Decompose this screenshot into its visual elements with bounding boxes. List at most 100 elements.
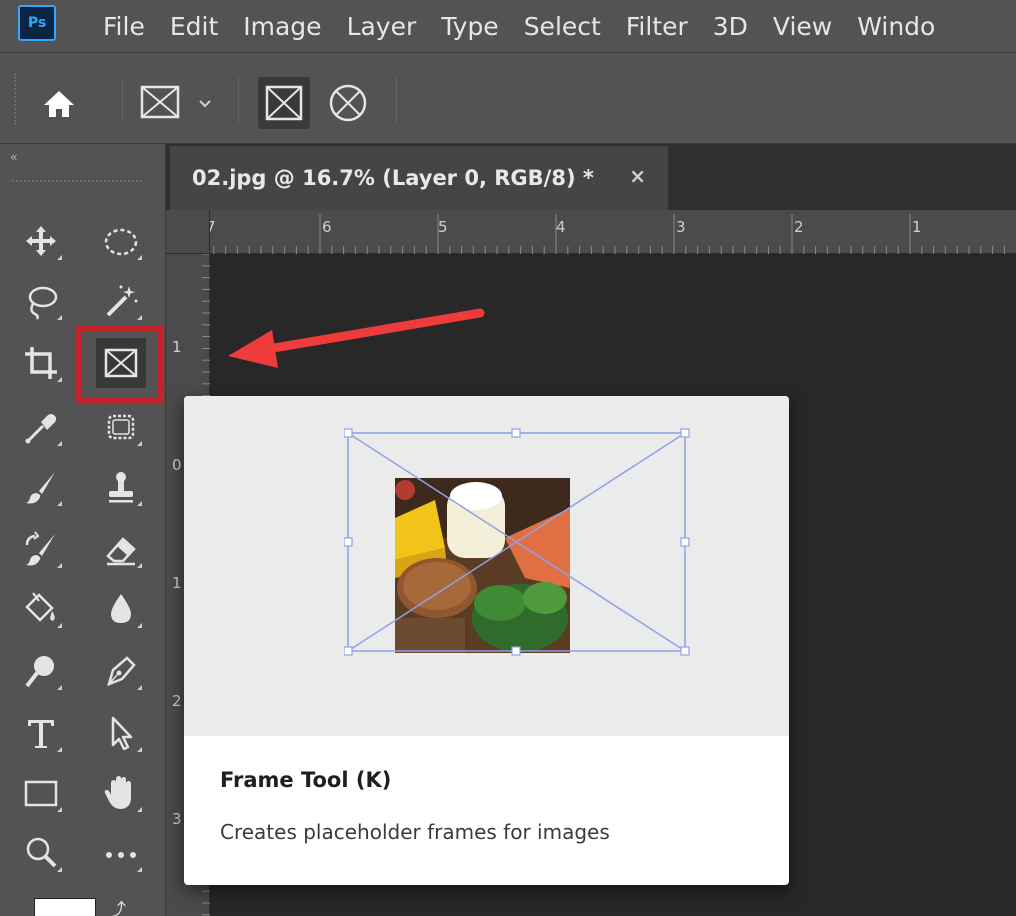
eraser-tool[interactable] (96, 524, 146, 574)
options-separator (396, 77, 397, 123)
pen-tool[interactable] (96, 646, 146, 696)
brush-tool[interactable] (16, 462, 66, 512)
tool-flyout-indicator (57, 563, 62, 568)
tooltip-description: Creates placeholder frames for images (220, 820, 610, 844)
zoom-tool[interactable] (16, 828, 66, 878)
placeholder-frame-graphic (344, 428, 690, 656)
type-tool[interactable] (16, 708, 66, 758)
logo-text: Ps (27, 15, 47, 31)
close-tab-button[interactable]: × (629, 164, 646, 188)
tool-flyout-indicator (57, 377, 62, 382)
magic-wand-tool[interactable] (96, 276, 146, 326)
frame-tool-highlight (76, 325, 164, 403)
tool-flyout-indicator (57, 867, 62, 872)
tool-flyout-indicator (57, 255, 62, 260)
tool-flyout-indicator (137, 807, 142, 812)
tooltip-preview (184, 396, 789, 736)
tool-flyout-indicator (137, 685, 142, 690)
tool-flyout-indicator (57, 315, 62, 320)
tool-flyout-indicator (137, 867, 142, 872)
clone-stamp-tool[interactable] (96, 462, 146, 512)
swap-colors-icon[interactable]: ⤴ (108, 896, 126, 916)
move-icon (26, 226, 56, 256)
blur-tool[interactable] (96, 584, 146, 634)
type-icon (28, 720, 54, 748)
paint-bucket-tool[interactable] (16, 584, 66, 634)
edit-toolbar-button[interactable] (96, 828, 146, 878)
rectangle-frame-button[interactable] (258, 77, 310, 129)
ruler-label: 3 (172, 810, 182, 828)
ruler-label: 1 (172, 338, 182, 356)
patch-icon (107, 414, 135, 440)
menu-edit[interactable]: Edit (170, 12, 218, 41)
horizontal-ruler[interactable]: 7 6 5 4 3 2 1 (166, 210, 1016, 254)
clone-stamp-icon (109, 472, 133, 503)
ruler-label: 6 (322, 218, 332, 236)
lasso-tool[interactable] (16, 276, 66, 326)
menu-select[interactable]: Select (524, 12, 601, 41)
move-tool[interactable] (16, 216, 66, 266)
eyedropper-tool[interactable] (16, 402, 66, 452)
lasso-icon (28, 286, 58, 320)
ruler-origin[interactable] (166, 210, 210, 254)
menu-type[interactable]: Type (441, 12, 498, 41)
ruler-ticks (201, 214, 1005, 254)
tool-flyout-indicator (57, 501, 62, 506)
ruler-label: 2 (794, 218, 804, 236)
paint-bucket-icon (25, 592, 55, 622)
crop-icon (25, 347, 57, 379)
ruler-label: 5 (438, 218, 448, 236)
tool-flyout-indicator (137, 315, 142, 320)
zoom-icon (26, 837, 57, 868)
collapse-panel-button[interactable]: ‹‹ (10, 150, 17, 164)
tool-flyout-indicator (57, 685, 62, 690)
options-separator (238, 77, 239, 123)
photoshop-logo[interactable]: Ps (18, 5, 56, 41)
document-tab[interactable]: 02.jpg @ 16.7% (Layer 0, RGB/8) * × (170, 146, 668, 210)
menu-image[interactable]: Image (243, 12, 321, 41)
hand-tool[interactable] (96, 768, 146, 818)
eyedropper-icon (25, 414, 57, 444)
ruler-label: 1 (912, 218, 922, 236)
ellipse-frame-button[interactable] (322, 77, 374, 129)
options-bar-grip[interactable] (14, 73, 18, 125)
rectangle-tool[interactable] (16, 768, 66, 818)
path-selection-tool[interactable] (96, 708, 146, 758)
menu-view[interactable]: View (773, 12, 832, 41)
brush-icon (26, 472, 55, 504)
menubar: Ps File Edit Image Layer Type Select Fil… (0, 0, 1016, 52)
frame-tool-preset-icon (140, 85, 211, 119)
tool-preset-picker[interactable] (138, 81, 218, 125)
dodge-tool[interactable] (16, 646, 66, 696)
document-tab-title: 02.jpg @ 16.7% (Layer 0, RGB/8) * (192, 166, 594, 190)
menu-3d[interactable]: 3D (713, 12, 748, 41)
menu-file[interactable]: File (103, 12, 145, 41)
tool-flyout-indicator (137, 441, 142, 446)
menu-filter[interactable]: Filter (626, 12, 688, 41)
tools-panel-grip[interactable] (12, 180, 142, 183)
foreground-color-swatch[interactable] (34, 898, 96, 916)
tool-tooltip: Frame Tool (K) Creates placeholder frame… (184, 396, 789, 885)
tool-flyout-indicator (57, 807, 62, 812)
home-button[interactable] (38, 83, 80, 125)
menu-window[interactable]: Windo (857, 12, 935, 41)
tool-flyout-indicator (137, 563, 142, 568)
menu-layer[interactable]: Layer (347, 12, 417, 41)
ruler-label: 3 (676, 218, 686, 236)
crop-tool[interactable] (16, 338, 66, 388)
elliptical-marquee-icon (104, 228, 138, 256)
ruler-label: 4 (556, 218, 566, 236)
ellipse-frame-icon (329, 84, 367, 122)
options-separator (122, 77, 123, 123)
magic-wand-icon (106, 285, 138, 317)
history-brush-tool[interactable] (16, 524, 66, 574)
tool-flyout-indicator (137, 501, 142, 506)
tool-flyout-indicator (57, 623, 62, 628)
blur-drop-icon (111, 594, 131, 623)
ruler-label: 0 (172, 456, 182, 474)
options-bar (0, 52, 1016, 144)
more-tools-icon (106, 852, 136, 858)
elliptical-marquee-tool[interactable] (96, 216, 146, 266)
menu-items: File Edit Image Layer Type Select Filter… (103, 0, 960, 52)
patch-tool[interactable] (96, 402, 146, 452)
